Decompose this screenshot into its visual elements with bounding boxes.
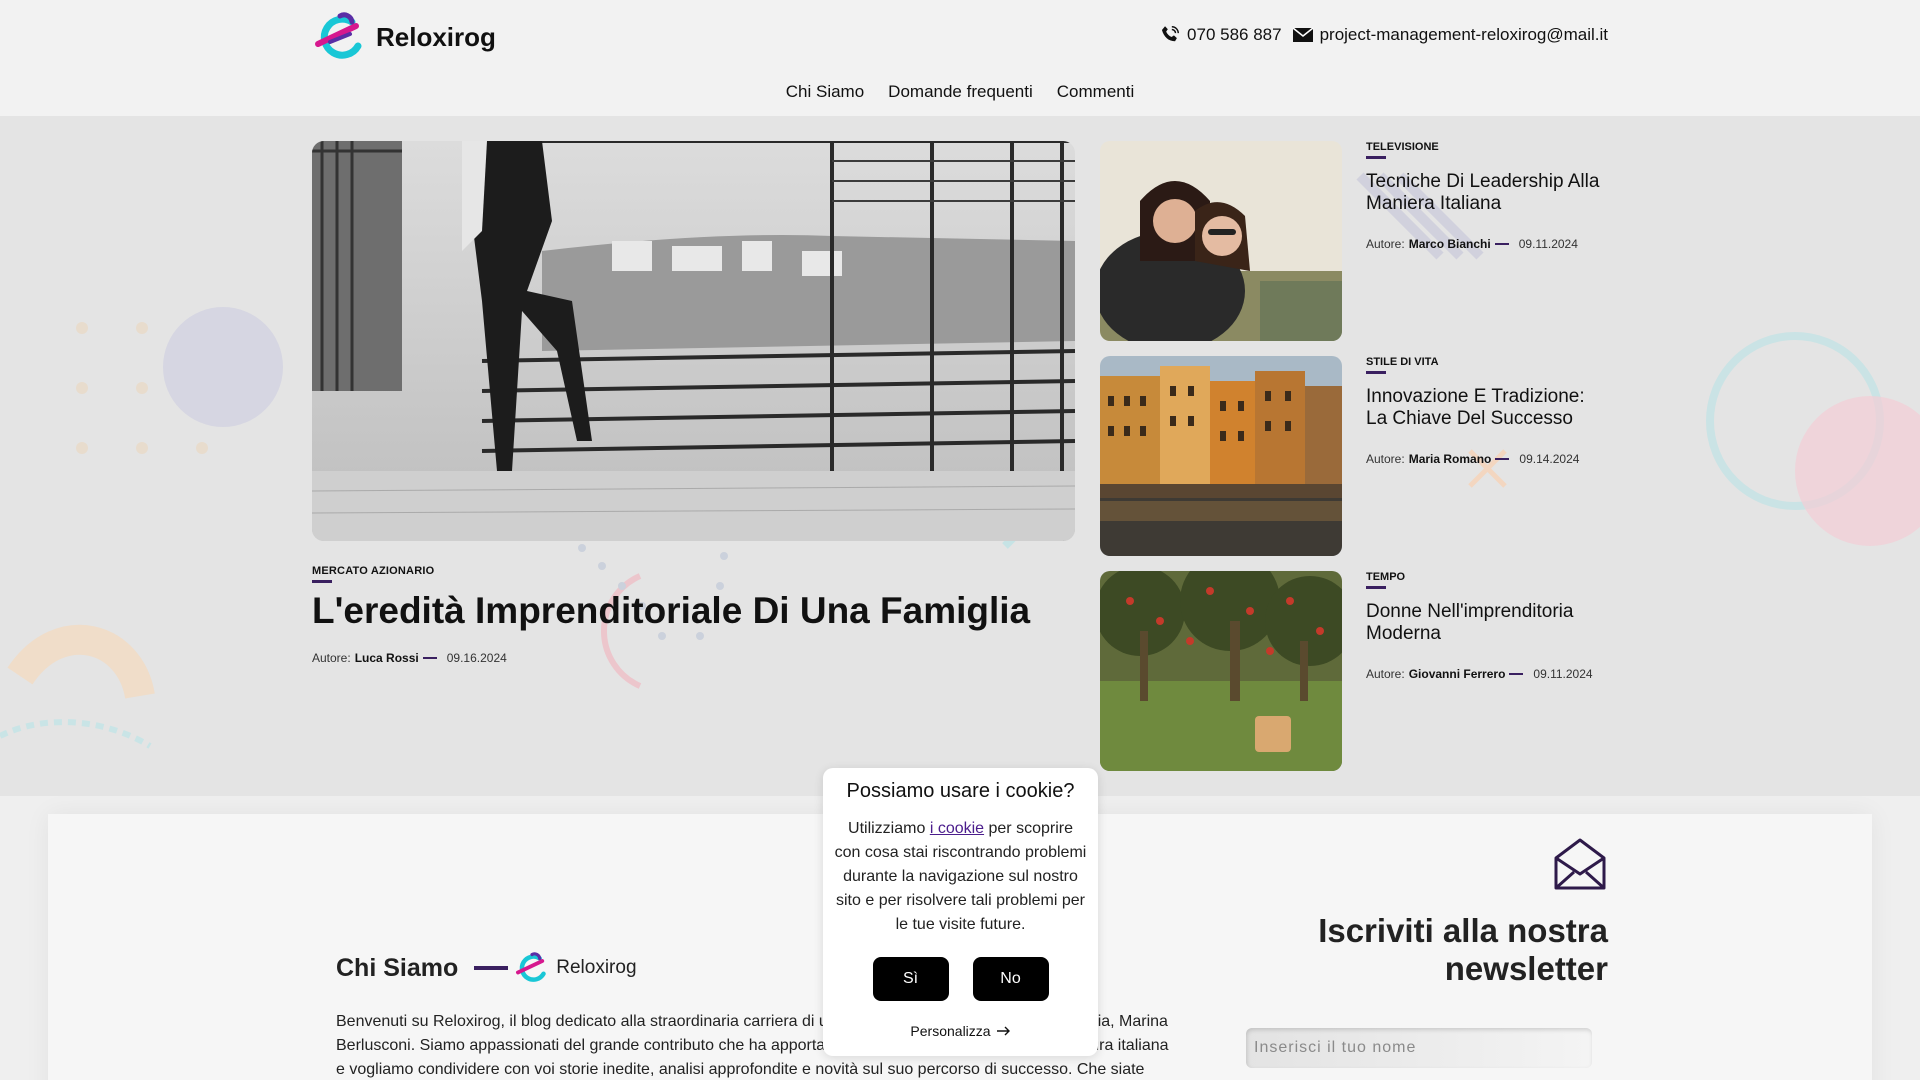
side-photo-florence [1100,356,1342,556]
side-photo-orchard [1100,571,1342,771]
nav-chi-siamo[interactable]: Chi Siamo [786,82,864,102]
site-header: Reloxirog 070 586 887 project-management… [0,0,1920,116]
cookie-customize-link[interactable]: Personalizza [823,1023,1098,1039]
cookie-decline-button[interactable]: No [972,957,1049,1001]
side-article: TELEVISIONE Tecniche Di Leadership Alla … [1100,141,1608,341]
side-article-image[interactable] [1100,141,1342,341]
side-article-image[interactable] [1100,571,1342,771]
cookie-accept-button[interactable]: Sì [872,957,949,1001]
cookie-text: Utilizziamo i cookie per scoprire con co… [823,817,1098,937]
category-underline [1366,371,1386,374]
author-label: Autore: [1366,667,1405,681]
author-label: Autore: [1366,237,1405,251]
featured-meta: Autore: Luca Rossi 09.16.2024 [312,651,507,665]
side-article-image[interactable] [1100,356,1342,556]
side-date: 09.11.2024 [1533,667,1593,681]
featured-photo [312,141,1075,541]
side-meta: Autore: Maria Romano 09.14.2024 [1366,452,1579,466]
category-underline [312,580,332,583]
side-category[interactable]: TELEVISIONE [1366,141,1439,159]
envelope-open-icon [1554,838,1606,890]
phone-link[interactable]: 070 586 887 [1159,24,1282,46]
side-author[interactable]: Maria Romano [1409,452,1492,466]
side-date: 09.11.2024 [1518,237,1578,251]
featured-date: 09.16.2024 [446,651,507,665]
brand-link[interactable]: Reloxirog [312,12,496,62]
side-photo-women [1100,141,1342,341]
cookie-text-before: Utilizziamo [848,820,930,837]
side-date: 09.14.2024 [1519,452,1580,466]
email-address: project-management-reloxirog@mail.it [1319,25,1608,44]
cookie-title: Possiamo usare i cookie? [846,780,1075,802]
featured-article-image[interactable] [312,141,1075,541]
logo-icon [315,12,362,59]
featured-category[interactable]: MERCATO AZIONARIO [312,565,434,583]
side-article: TEMPO Donne Nell'imprenditoria Moderna A… [1100,571,1608,771]
side-meta: Autore: Giovanni Ferrero 09.11.2024 [1366,667,1593,681]
main-nav: Chi Siamo Domande frequenti Commenti [0,82,1920,102]
side-category-label: TEMPO [1366,571,1406,583]
author-label: Autore: [312,651,351,665]
author-label: Autore: [1366,452,1405,466]
logo-icon [516,952,547,982]
side-article: STILE DI VITA Innovazione E Tradizione: … [1100,356,1608,556]
cookie-buttons: Sì No [823,957,1098,1001]
nav-commenti[interactable]: Commenti [1057,82,1134,102]
side-title[interactable]: Donne Nell'imprenditoria Moderna [1366,601,1608,645]
about-brand: Reloxirog [556,957,637,978]
newsletter-name-input[interactable] [1246,1028,1592,1068]
featured-title[interactable]: L'eredità Imprenditoriale Di Una Famigli… [312,590,1030,632]
brand-name: Reloxirog [376,21,496,52]
meta-dash [1495,458,1510,460]
meta-dash [1509,673,1524,675]
about-heading: Chi Siamo Reloxirog [336,952,637,984]
newsletter-title: Iscriviti alla nostra newsletter [1318,912,1608,987]
featured-category-label: MERCATO AZIONARIO [312,565,435,577]
side-category[interactable]: TEMPO [1366,571,1405,589]
cookie-customize-label: Personalizza [910,1023,991,1039]
side-title[interactable]: Tecniche Di Leadership Alla Maniera Ital… [1366,171,1608,215]
meta-dash [1494,243,1509,245]
cookie-dialog: Possiamo usare i cookie? Utilizziamo i c… [823,768,1098,1056]
heading-bar [474,966,509,970]
side-title[interactable]: Innovazione E Tradizione: La Chiave Del … [1366,386,1608,430]
side-author[interactable]: Giovanni Ferrero [1409,667,1506,681]
meta-dash [422,657,437,659]
side-category-label: TELEVISIONE [1366,141,1439,153]
nav-domande-frequenti[interactable]: Domande frequenti [888,82,1033,102]
category-underline [1366,586,1386,589]
category-underline [1366,156,1386,159]
hero-section: MERCATO AZIONARIO L'eredità Imprenditori… [0,116,1920,796]
email-link[interactable]: project-management-reloxirog@mail.it [1292,25,1608,45]
side-category-label: STILE DI VITA [1366,356,1439,368]
phone-icon [1161,26,1180,42]
contact-bar: 070 586 887 project-management-reloxirog… [1149,24,1608,46]
arrow-right-icon [996,1023,1011,1039]
side-author[interactable]: Marco Bianchi [1409,237,1491,251]
cookie-policy-link[interactable]: i cookie [930,820,984,837]
mail-icon [1292,27,1314,42]
phone-number: 070 586 887 [1187,25,1282,44]
side-category[interactable]: STILE DI VITA [1366,356,1439,374]
featured-author[interactable]: Luca Rossi [355,651,419,665]
side-meta: Autore: Marco Bianchi 09.11.2024 [1366,237,1578,251]
about-title: Chi Siamo [336,953,459,982]
